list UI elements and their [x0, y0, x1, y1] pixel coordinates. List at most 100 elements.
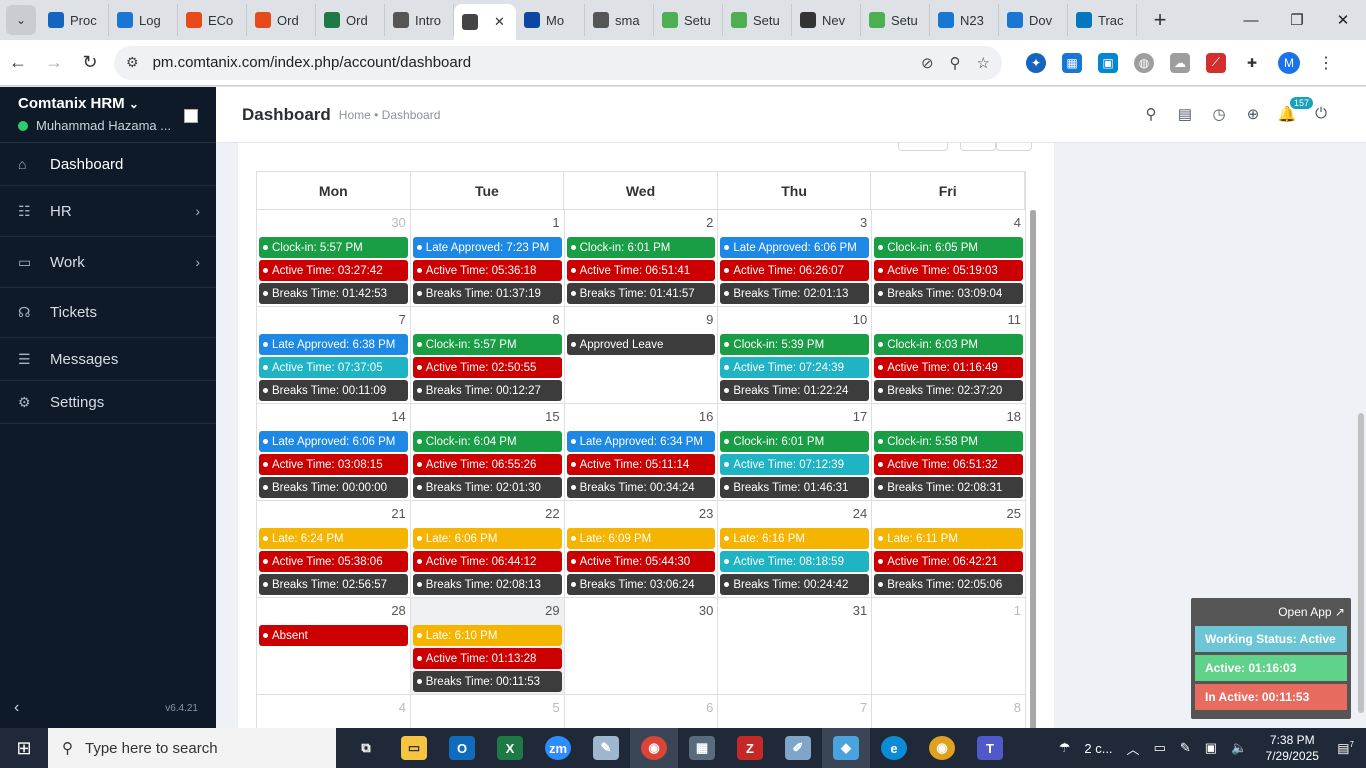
calendar-event[interactable]: Breaks Time: 02:08:31	[874, 477, 1023, 498]
calendar-day[interactable]: 11 Clock-in: 6:03 PM Active Time: 01:16:49…	[872, 307, 1026, 404]
calendar-day[interactable]: 29 Late: 6:10 PM Active Time: 01:13:28 Brea…	[410, 598, 565, 695]
calendar-day[interactable]: 4	[257, 695, 411, 728]
sidebar-item-dashboard[interactable]: ⌂ Dashboard	[0, 143, 216, 186]
calendar-event[interactable]: Active Time: 07:37:05	[259, 357, 408, 378]
volume-icon[interactable]: 🔈	[1231, 740, 1247, 756]
calendar-event[interactable]: Late: 6:10 PM	[412, 625, 562, 646]
open-app-link[interactable]: Open App ↗	[1278, 605, 1345, 619]
browser-tab[interactable]: Intro	[385, 4, 454, 36]
calendar-day[interactable]: 1	[872, 598, 1026, 695]
search-icon[interactable]: ⚲	[1134, 105, 1168, 123]
calendar-event[interactable]: Active Time: 05:36:18	[412, 260, 562, 281]
calendar-day[interactable]: 30	[564, 598, 719, 695]
excel-icon[interactable]: X	[486, 728, 534, 768]
extension-cloud-icon[interactable]: ☁	[1170, 52, 1190, 73]
new-tab-button[interactable]: +	[1145, 7, 1175, 33]
browser-tab[interactable]: Log	[109, 4, 178, 36]
browser-tab[interactable]: Setu	[861, 4, 930, 36]
calculator-icon[interactable]: ▦	[678, 728, 726, 768]
calendar-event[interactable]: Late Approved: 6:38 PM	[259, 334, 408, 355]
browser-tab[interactable]: Mo	[516, 4, 585, 36]
browser-tab[interactable]: Trac	[1068, 4, 1137, 36]
calendar-event[interactable]: Active Time: 06:51:41	[566, 260, 716, 281]
browser-tab[interactable]: Nev	[792, 4, 861, 36]
calendar-event[interactable]: Breaks Time: 00:11:53	[412, 671, 562, 692]
brand-block[interactable]: Comtanix HRM ⌄ Muhammad Hazama ...	[0, 87, 216, 143]
windows-start-icon[interactable]: ⊞	[0, 738, 48, 759]
eye-off-icon[interactable]: ⊘	[921, 54, 934, 72]
bell-icon[interactable]: 🔔 157	[1270, 97, 1314, 123]
bookmark-star-icon[interactable]: ☆	[977, 54, 990, 72]
calendar-event[interactable]: Breaks Time: 02:08:13	[412, 574, 562, 595]
browser-tab[interactable]: Ord	[247, 4, 316, 36]
calendar-event[interactable]: Active Time: 07:24:39	[720, 357, 870, 378]
calendar-event[interactable]: Clock-in: 6:05 PM	[874, 237, 1023, 258]
calendar-day[interactable]: 8 Clock-in: 5:57 PM Active Time: 02:50:55 B…	[410, 307, 565, 404]
reload-button[interactable]: ↻	[72, 52, 108, 73]
calendar-event[interactable]: Approved Leave	[566, 334, 716, 355]
browser-tab[interactable]: ✕	[454, 4, 516, 40]
file-explorer-icon[interactable]: ▭	[390, 728, 438, 768]
calendar-event[interactable]: Active Time: 01:16:49	[874, 357, 1023, 378]
calendar-event[interactable]: Clock-in: 6:04 PM	[412, 431, 562, 452]
calendar-event[interactable]: Late Approved: 7:23 PM	[412, 237, 562, 258]
page-scrollbar[interactable]	[1358, 413, 1364, 713]
calendar-event[interactable]: Breaks Time: 00:11:09	[259, 380, 408, 401]
calendar-view-button[interactable]	[898, 143, 948, 151]
calendar-event[interactable]: Breaks Time: 02:01:13	[720, 283, 870, 304]
calendar-event[interactable]: Breaks Time: 01:41:57	[566, 283, 716, 304]
taskbar-search[interactable]: ⚲ Type here to search	[48, 728, 336, 768]
chrome-profile-icon[interactable]: ◉	[918, 728, 966, 768]
zoom-app-icon[interactable]: zm	[534, 728, 582, 768]
sidebar-item-work[interactable]: ▭ Work ›	[0, 237, 216, 288]
filezilla-icon[interactable]: Z	[726, 728, 774, 768]
sidebar-item-messages[interactable]: ☰ Messages	[0, 338, 216, 381]
notepad-icon[interactable]: ✐	[774, 728, 822, 768]
power-icon[interactable]: ⏻	[1304, 105, 1338, 123]
browser-tab[interactable]: ECo	[178, 4, 247, 36]
calendar-day[interactable]: 10 Clock-in: 5:39 PM Active Time: 07:24:39…	[718, 307, 873, 404]
calendar-event[interactable]: Absent	[259, 625, 408, 646]
calendar-day[interactable]: 24 Late: 6:16 PM Active Time: 08:18:59 Brea…	[718, 501, 873, 598]
notification-center-icon[interactable]: ▤7	[1337, 740, 1354, 756]
tab-search-button[interactable]: ⌄	[6, 5, 36, 35]
calendar-event[interactable]: Breaks Time: 03:09:04	[874, 283, 1023, 304]
calendar-event[interactable]: Active Time: 05:38:06	[259, 551, 408, 572]
browser-tab[interactable]: Ord	[316, 4, 385, 36]
calendar-event[interactable]: Breaks Time: 03:06:24	[566, 574, 716, 595]
calendar-event[interactable]: Active Time: 06:51:32	[874, 454, 1023, 475]
calendar-event[interactable]: Active Time: 05:44:30	[566, 551, 716, 572]
sidebar-item-settings[interactable]: ⚙ Settings	[0, 381, 216, 424]
url-text[interactable]: pm.comtanix.com/index.php/account/dashbo…	[153, 54, 905, 71]
calendar-event[interactable]: Active Time: 03:27:42	[259, 260, 408, 281]
calendar-event[interactable]: Breaks Time: 00:00:00	[259, 477, 408, 498]
chrome-icon[interactable]: ◉	[630, 728, 678, 768]
calendar-day[interactable]: 3 Late Approved: 6:06 PM Active Time: 06:2…	[718, 210, 873, 307]
collapse-sidebar-icon[interactable]: ‹	[14, 699, 19, 717]
calendar-scrollbar[interactable]	[1030, 210, 1036, 728]
minimize-button[interactable]: —	[1228, 0, 1274, 40]
calendar-event[interactable]: Breaks Time: 00:12:27	[412, 380, 562, 401]
calendar-day[interactable]: 8	[872, 695, 1026, 728]
calendar-event[interactable]: Active Time: 07:12:39	[720, 454, 870, 475]
edge-icon[interactable]: e	[870, 728, 918, 768]
calendar-event[interactable]: Late: 6:09 PM	[566, 528, 716, 549]
weather-text[interactable]: 2 c...	[1084, 741, 1112, 756]
teams-icon[interactable]: T	[966, 728, 1014, 768]
calendar-day[interactable]: 2 Clock-in: 6:01 PM Active Time: 06:51:41 B…	[564, 210, 719, 307]
calendar-day[interactable]: 9 Approved Leave	[564, 307, 719, 404]
url-omnibox[interactable]: ⚙ pm.comtanix.com/index.php/account/dash…	[114, 45, 1002, 80]
network-icon[interactable]: ▣	[1205, 740, 1217, 756]
browser-tab[interactable]: Dov	[999, 4, 1068, 36]
notes-icon[interactable]: ▤	[1168, 105, 1202, 123]
calendar-day[interactable]: 28 Absent	[257, 598, 411, 695]
task-view-icon[interactable]: ⧉	[342, 728, 390, 768]
sidebar-item-tickets[interactable]: ☊ Tickets	[0, 288, 216, 338]
calendar-event[interactable]: Active Time: 06:55:26	[412, 454, 562, 475]
extension-grid-icon[interactable]: ▦	[1062, 52, 1082, 73]
calendar-event[interactable]: Active Time: 08:18:59	[720, 551, 870, 572]
calendar-event[interactable]: Clock-in: 5:39 PM	[720, 334, 870, 355]
extension-image-icon[interactable]: ▣	[1098, 52, 1118, 73]
calendar-event[interactable]: Clock-in: 5:58 PM	[874, 431, 1023, 452]
calendar-prev-button[interactable]	[960, 143, 996, 151]
